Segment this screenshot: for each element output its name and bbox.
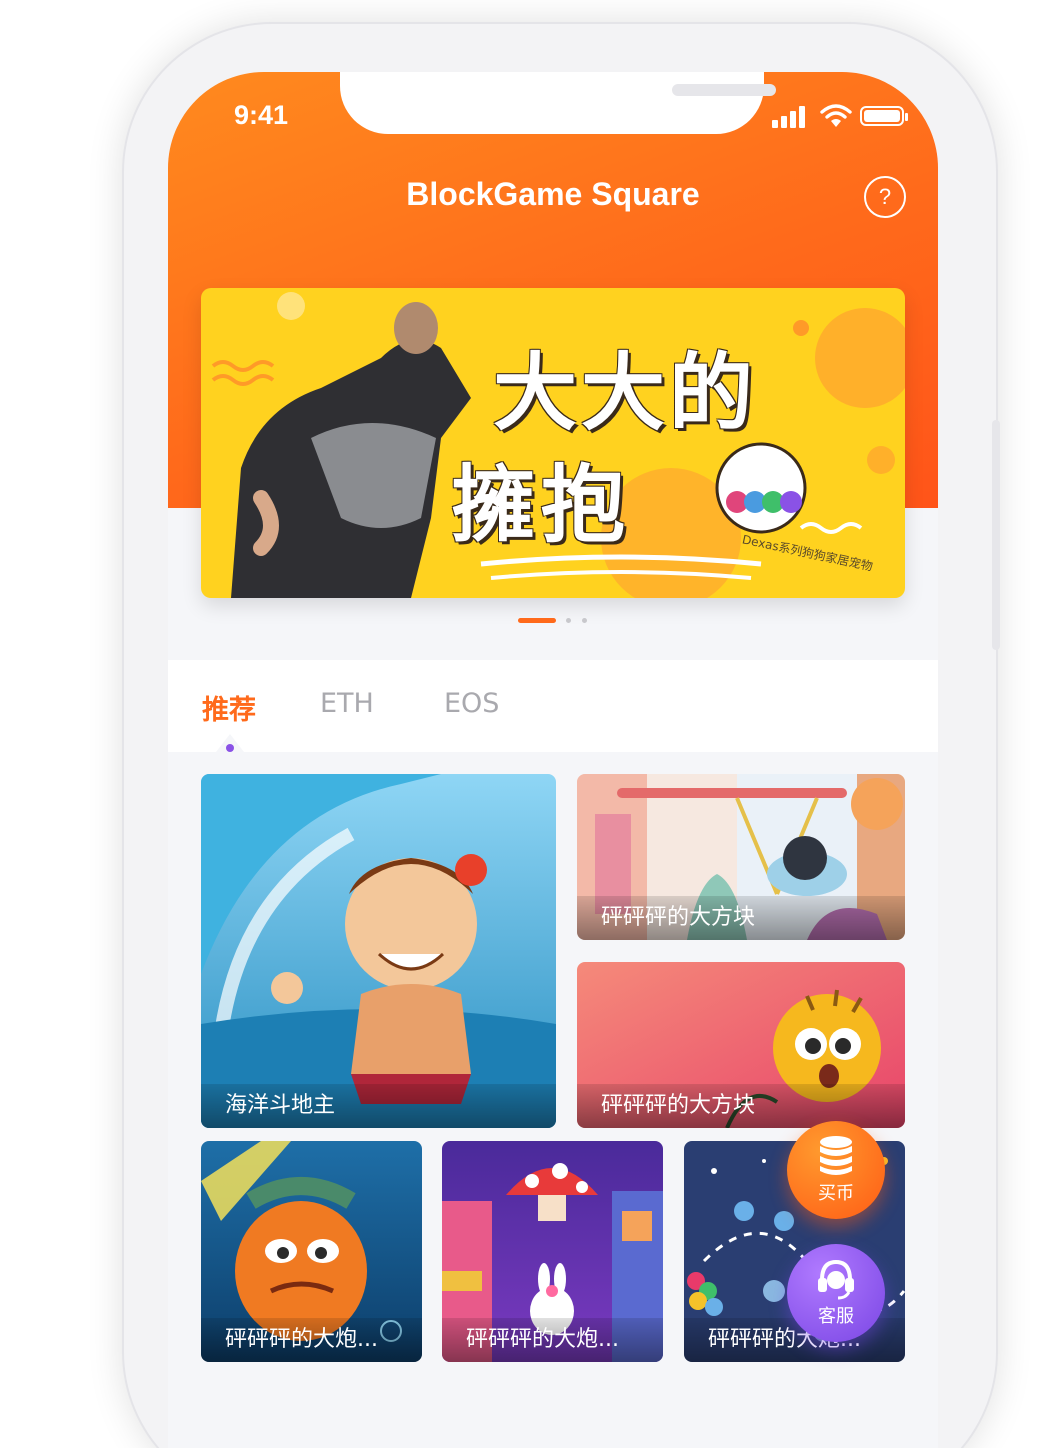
game-card-title: 海洋斗地主 [201, 1084, 556, 1128]
device-notch [340, 72, 776, 134]
game-card-title: 砰砰砰的大炮... [442, 1318, 663, 1362]
pager-dot-active[interactable] [518, 618, 556, 623]
customer-service-label: 客服 [818, 1306, 854, 1327]
speaker-grille [672, 84, 776, 96]
app-screen: 9:41 BlockGame Square ? 大大的 擁抱 Dexas系列狗狗… [168, 72, 938, 1448]
tab-eos[interactable]: EOS [444, 688, 499, 719]
pager-dot[interactable] [582, 618, 587, 623]
coin-stack-icon [820, 1136, 852, 1175]
tab-indicator [226, 744, 234, 752]
banner-title-line2: 擁抱 [451, 456, 632, 554]
promo-banner[interactable]: 大大的 擁抱 Dexas系列狗狗家居宠物 [201, 288, 905, 598]
customer-service-button[interactable]: 客服 [787, 1244, 885, 1342]
buy-coin-button[interactable]: 买币 [787, 1121, 885, 1219]
buy-coin-label: 买币 [818, 1183, 854, 1204]
game-card-title: 砰砰砰的大炮... [201, 1318, 422, 1362]
battery-icon [860, 106, 908, 126]
wifi-icon [820, 104, 852, 127]
game-card[interactable]: 砰砰砰的大炮... [201, 1141, 422, 1362]
game-card-title: 砰砰砰的大方块 [577, 896, 905, 940]
signal-icon [772, 104, 808, 128]
tab-recommended[interactable]: 推荐 [202, 688, 256, 727]
pager-dot[interactable] [566, 618, 571, 623]
side-button [992, 420, 1000, 650]
game-card[interactable]: 砰砰砰的大方块 [577, 774, 905, 940]
app-title: BlockGame Square [406, 176, 700, 212]
status-time: 9:41 [234, 100, 289, 130]
category-tabs: 推荐 ETH EOS [168, 660, 938, 752]
banner-title-line1: 大大的 [493, 344, 758, 442]
game-card[interactable]: 海洋斗地主 [201, 774, 556, 1128]
status-icons [772, 104, 912, 130]
game-card[interactable]: 砰砰砰的大方块 [577, 962, 905, 1128]
help-button[interactable]: ? [864, 176, 906, 218]
tab-eth[interactable]: ETH [320, 688, 374, 719]
headset-icon [818, 1259, 854, 1300]
game-card[interactable]: 砰砰砰的大炮... [442, 1141, 663, 1362]
game-card-title: 砰砰砰的大方块 [577, 1084, 905, 1128]
game-card-artwork [201, 774, 556, 1128]
banner-pager [518, 618, 598, 624]
